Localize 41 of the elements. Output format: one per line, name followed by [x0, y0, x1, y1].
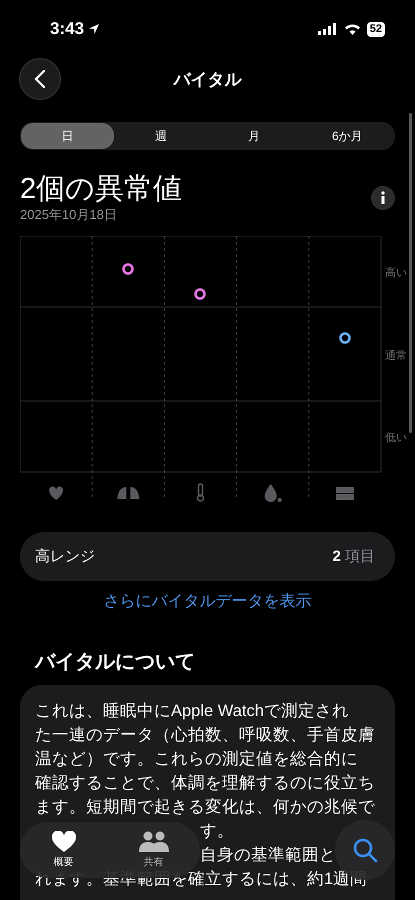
signal-icon: [318, 23, 338, 35]
search-icon: [352, 837, 378, 863]
back-button[interactable]: [19, 58, 61, 100]
lungs-icon: [117, 487, 140, 499]
wifi-icon: [344, 23, 361, 35]
description-text: れます。基準範囲を確立するには、約1週間: [35, 869, 368, 890]
show-more-link[interactable]: さらにバイタルデータを表示: [104, 591, 312, 612]
anomaly-count-title: 2個の異常値: [20, 172, 182, 206]
description-text: た一連のデータ（心拍数、呼吸数、手首皮膚: [35, 725, 375, 746]
heart-icon: [50, 831, 76, 853]
thermometer-icon: [196, 483, 204, 502]
period-tab[interactable]: 月: [208, 123, 301, 149]
back-chevron-icon: [33, 69, 47, 89]
period-tab[interactable]: 日: [21, 123, 114, 149]
section-title: バイタルについて: [35, 650, 196, 675]
range-label: 高レンジ: [35, 547, 95, 566]
period-tab[interactable]: 6か月: [300, 123, 394, 149]
y-axis-label: 通常: [385, 350, 407, 362]
status-time: 3:43: [50, 19, 84, 39]
bed-icon: [336, 487, 354, 500]
period-tab[interactable]: 週: [114, 123, 208, 149]
description-text: 確認することで、体調を理解するのに役立ち: [35, 773, 375, 794]
location-arrow-icon: [88, 23, 100, 35]
tab-bar-item[interactable]: 概要: [42, 829, 84, 871]
description-text: これは、睡眠中にApple Watchで測定され: [35, 701, 349, 722]
description-text: ます。短期間で起きる変化は、何かの兆候で: [35, 797, 375, 818]
y-axis-label: 低い: [385, 432, 407, 444]
tab-bar-item[interactable]: 共有: [130, 829, 178, 871]
info-icon[interactable]: [371, 186, 395, 210]
description-text: 自身の基準範囲と: [200, 845, 336, 866]
description-text: 温など）です。これらの測定値を総合的に: [35, 749, 358, 770]
page-title: バイタル: [174, 70, 242, 88]
battery-level: 52: [366, 22, 385, 36]
heart-icon: [49, 486, 64, 500]
high-range-row[interactable]: 高レンジ 2 項目: [20, 532, 395, 581]
description-text: す。: [200, 821, 234, 842]
date-label: 2025年10月18日: [20, 206, 118, 224]
range-count: 2 項目: [332, 547, 375, 566]
y-axis-label: 高い: [385, 267, 407, 279]
people-icon: [138, 831, 170, 853]
oxygen-drop-icon: [264, 484, 282, 502]
